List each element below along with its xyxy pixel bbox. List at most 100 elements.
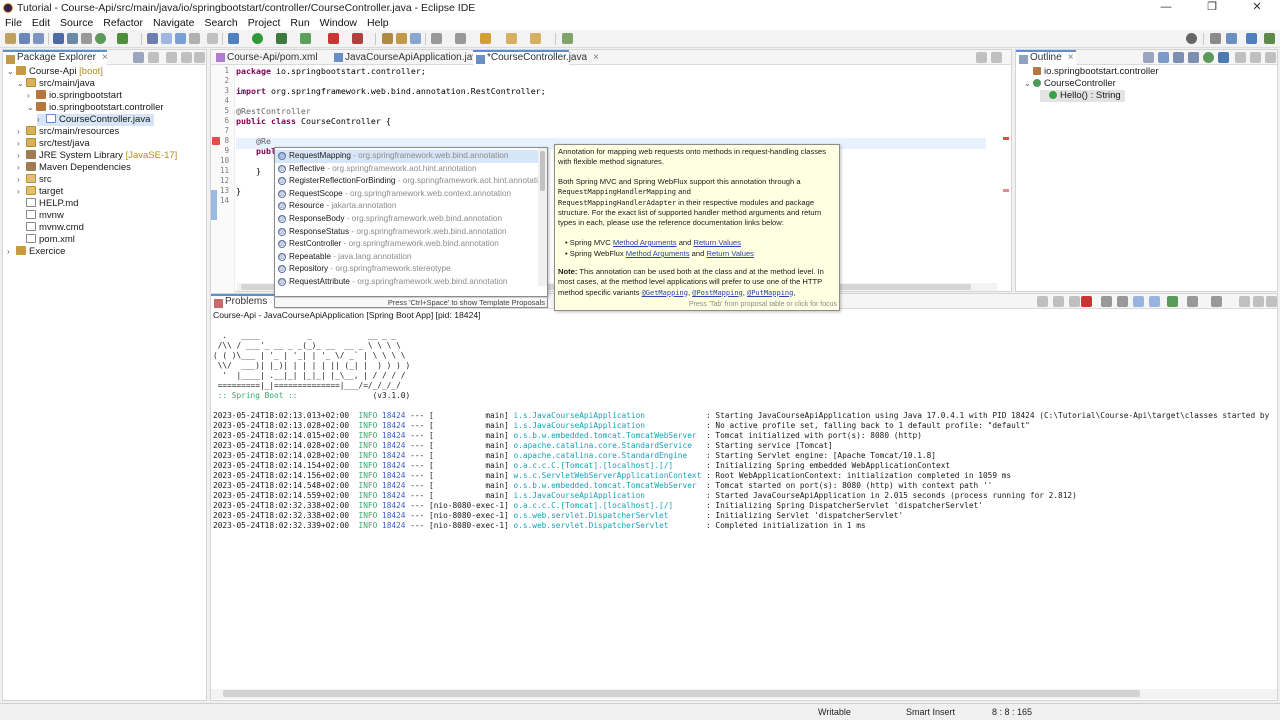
tree-item[interactable]: ⌄ src/main/java bbox=[17, 78, 95, 90]
stop-icon[interactable] bbox=[328, 33, 339, 44]
proposal-item[interactable]: @ ResponseBody - org.springframework.web.… bbox=[275, 213, 539, 226]
editor-tab[interactable]: JavaCourseApiApplication.java bbox=[331, 50, 483, 65]
tree-item[interactable]: › target bbox=[17, 186, 63, 198]
menu-project[interactable]: Project bbox=[243, 17, 286, 29]
close-icon[interactable]: × bbox=[102, 52, 108, 63]
twisty-icon[interactable]: ⌄ bbox=[1024, 78, 1033, 90]
menu-navigate[interactable]: Navigate bbox=[148, 17, 199, 29]
tree-item[interactable]: › io.springbootstart bbox=[27, 90, 122, 102]
status-insert-mode[interactable]: Smart Insert bbox=[906, 707, 955, 717]
tree-item[interactable]: › src/main/resources bbox=[17, 126, 119, 138]
webflux-return-values-link[interactable]: Return Values bbox=[706, 249, 754, 258]
maximize-editor-icon[interactable] bbox=[991, 52, 1002, 63]
package-icon[interactable] bbox=[67, 33, 78, 44]
code-line[interactable]: publ bbox=[236, 146, 276, 156]
new-package-icon[interactable] bbox=[396, 33, 407, 44]
twisty-icon[interactable]: ⌄ bbox=[7, 66, 16, 78]
whitespace-icon[interactable] bbox=[189, 33, 200, 44]
minimize-view-icon[interactable] bbox=[181, 52, 192, 63]
new-class-icon[interactable] bbox=[410, 33, 421, 44]
menu-help[interactable]: Help bbox=[362, 17, 394, 29]
display-console-icon[interactable] bbox=[1187, 296, 1198, 307]
putmapping-link[interactable]: @PutMapping bbox=[747, 289, 793, 297]
menu-window[interactable]: Window bbox=[315, 17, 362, 29]
search-icon[interactable] bbox=[1186, 33, 1197, 44]
twisty-icon[interactable]: › bbox=[17, 186, 26, 198]
perspective-icon[interactable] bbox=[1210, 33, 1221, 44]
pin-console-icon[interactable] bbox=[1167, 296, 1178, 307]
tree-item[interactable]: › src bbox=[17, 174, 52, 186]
collapse-outline-icon[interactable] bbox=[1143, 52, 1154, 63]
menu-search[interactable]: Search bbox=[199, 17, 242, 29]
pilcrow-icon[interactable] bbox=[207, 33, 218, 44]
webflux-method-arguments-link[interactable]: Method Arguments bbox=[626, 249, 690, 258]
code-line[interactable]: @RestController bbox=[236, 106, 311, 116]
close-icon[interactable]: × bbox=[593, 52, 599, 63]
outline-item[interactable]: Hello() : String bbox=[1040, 90, 1125, 102]
back-icon[interactable] bbox=[506, 33, 517, 44]
proposal-item[interactable]: @ Repository - org.springframework.stereo… bbox=[275, 263, 539, 276]
menu-refactor[interactable]: Refactor bbox=[98, 17, 148, 29]
editor-tab[interactable]: *CourseController.java × bbox=[473, 50, 599, 65]
mvc-return-values-link[interactable]: Return Values bbox=[693, 238, 741, 247]
maximize-outline-icon[interactable] bbox=[1265, 52, 1276, 63]
open-console-icon[interactable] bbox=[1211, 296, 1222, 307]
disconnect-icon[interactable] bbox=[352, 33, 363, 44]
open-perspective-icon[interactable] bbox=[562, 33, 573, 44]
twisty-icon[interactable]: › bbox=[17, 162, 26, 174]
close-icon[interactable]: × bbox=[1068, 52, 1074, 63]
hide-fields-icon[interactable] bbox=[1173, 52, 1184, 63]
remove-launch-icon[interactable] bbox=[1037, 296, 1048, 307]
next-annotation-icon[interactable] bbox=[431, 33, 442, 44]
toggle-mark-icon[interactable] bbox=[147, 33, 158, 44]
tab-outline[interactable]: Outline × bbox=[1016, 50, 1076, 65]
proposal-item[interactable]: @ RequestScope - org.springframework.web.… bbox=[275, 188, 539, 201]
tree-item[interactable]: › src/test/java bbox=[17, 138, 90, 150]
proposal-item[interactable]: @ Repeatable - java.lang.annotation bbox=[275, 251, 539, 264]
mvc-method-arguments-link[interactable]: Method Arguments bbox=[613, 238, 677, 247]
coverage-icon[interactable] bbox=[276, 33, 287, 44]
maximize-button[interactable]: ❐ bbox=[1189, 0, 1235, 15]
word-wrap-icon[interactable] bbox=[1117, 296, 1128, 307]
run-icon[interactable] bbox=[252, 33, 263, 44]
code-line[interactable]: } bbox=[236, 166, 261, 176]
code-line[interactable]: } bbox=[236, 186, 241, 196]
hide-static-icon[interactable] bbox=[1188, 52, 1199, 63]
proposal-item[interactable]: @ RequestMapping - org.springframework.we… bbox=[275, 150, 539, 163]
menu-file[interactable]: File bbox=[0, 17, 27, 29]
clear-console-icon[interactable] bbox=[1069, 296, 1080, 307]
spring-perspective-icon[interactable] bbox=[1246, 33, 1257, 44]
save-icon[interactable] bbox=[19, 33, 30, 44]
previous-annotation-icon[interactable] bbox=[455, 33, 466, 44]
show-on-output-icon[interactable] bbox=[1133, 296, 1144, 307]
twisty-icon[interactable]: › bbox=[17, 126, 26, 138]
collapse-all-icon[interactable] bbox=[133, 52, 144, 63]
remove-all-icon[interactable] bbox=[1053, 296, 1064, 307]
proposal-item[interactable]: @ Resource - jakarta.annotation bbox=[275, 200, 539, 213]
proposal-item[interactable]: @ RegisterReflectionForBinding - org.spri… bbox=[275, 175, 547, 188]
boot-dashboard-icon[interactable] bbox=[117, 33, 128, 44]
forward-icon[interactable] bbox=[530, 33, 541, 44]
java-perspective-icon[interactable] bbox=[1226, 33, 1237, 44]
proposal-item[interactable]: @ Reflective - org.springframework.aot.hi… bbox=[275, 163, 539, 176]
hide-local-types-icon[interactable] bbox=[1218, 52, 1229, 63]
twisty-icon[interactable]: ⌄ bbox=[17, 78, 26, 90]
terminate-icon[interactable] bbox=[1081, 296, 1092, 307]
twisty-icon[interactable]: ⌄ bbox=[27, 102, 36, 114]
hide-non-public-icon[interactable] bbox=[1203, 52, 1214, 63]
status-cursor-position[interactable]: 8 : 8 : 165 bbox=[992, 707, 1032, 717]
maximize-console-icon[interactable] bbox=[1266, 296, 1277, 307]
show-on-error-icon[interactable] bbox=[1149, 296, 1160, 307]
proposal-item[interactable]: @ ResponseStatus - org.springframework.we… bbox=[275, 226, 539, 239]
editor-tab[interactable]: Course-Api/pom.xml bbox=[213, 50, 325, 65]
minimize-button[interactable]: — bbox=[1143, 0, 1189, 15]
twisty-icon[interactable]: › bbox=[7, 246, 16, 258]
external-tools-icon[interactable] bbox=[300, 33, 311, 44]
debug-perspective-icon[interactable] bbox=[1264, 33, 1275, 44]
minimize-editor-icon[interactable] bbox=[976, 52, 987, 63]
code-line[interactable]: import org.springframework.web.bind.anno… bbox=[236, 86, 546, 96]
minimize-console-icon[interactable] bbox=[1253, 296, 1264, 307]
maximize-view-icon[interactable] bbox=[194, 52, 205, 63]
tree-item[interactable]: pom.xml bbox=[17, 234, 75, 246]
proposal-item[interactable]: @ RequestAttribute - org.springframework.… bbox=[275, 276, 539, 289]
